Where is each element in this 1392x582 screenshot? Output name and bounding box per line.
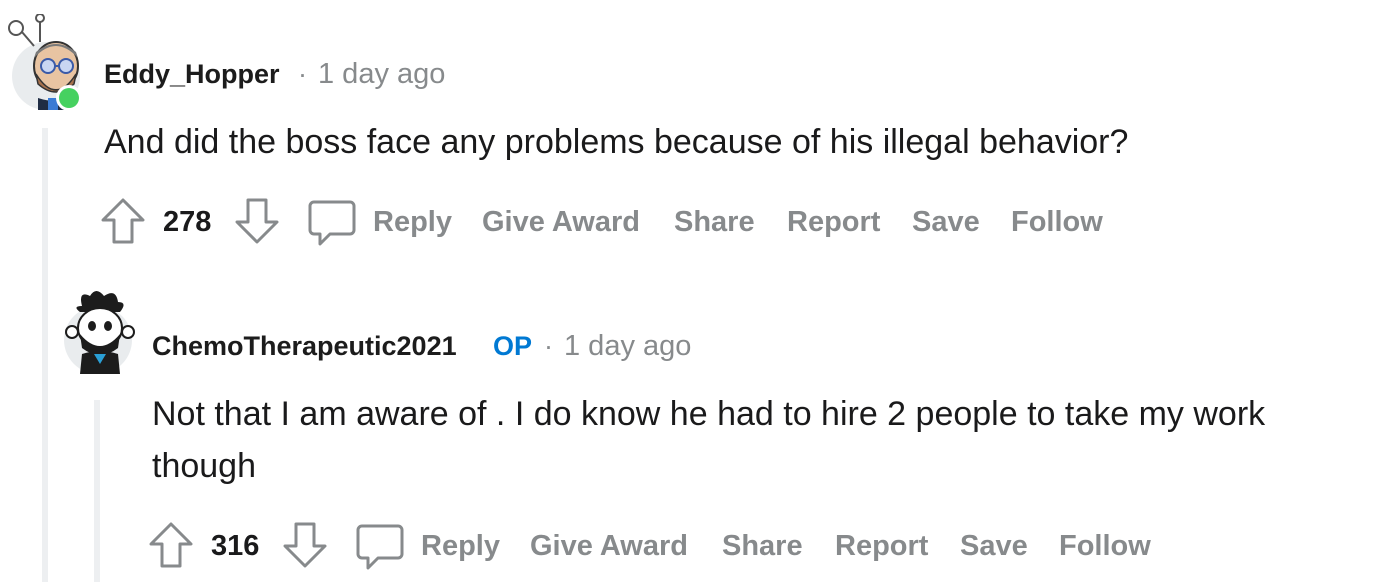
comment-bubble-icon[interactable] [306,196,358,248]
give-award-button[interactable]: Give Award [530,520,688,572]
username[interactable]: Eddy_Hopper [104,58,280,90]
downvote-arrow-icon[interactable] [280,520,330,570]
follow-button[interactable]: Follow [1059,520,1151,572]
upvote-arrow-icon[interactable] [146,520,196,570]
report-button[interactable]: Report [787,196,880,248]
follow-button[interactable]: Follow [1011,196,1103,248]
op-badge: OP [493,331,533,361]
reply-button[interactable]: Reply [373,196,452,248]
thread-line-2[interactable] [94,400,100,582]
online-status-icon [56,85,82,111]
share-button[interactable]: Share [674,196,755,248]
avatar[interactable] [62,288,138,384]
meta-separator: · [544,331,553,361]
thread-line-1[interactable] [42,128,48,582]
meta-separator: · [298,59,307,89]
downvote-arrow-icon[interactable] [232,196,282,246]
action-bar: 316 Reply Give Award Share Report Save F… [146,520,1246,572]
timestamp[interactable]: 1 day ago [318,58,445,90]
vote-score: 278 [163,206,212,238]
username[interactable]: ChemoTherapeutic2021 [152,330,457,362]
save-button[interactable]: Save [960,520,1028,572]
timestamp[interactable]: 1 day ago [564,330,691,362]
comment-body: Not that I am aware of . I do know he ha… [152,395,1266,485]
comment-bubble-icon[interactable] [354,520,406,572]
comment-body: And did the boss face any problems becau… [104,123,1129,161]
save-button[interactable]: Save [912,196,980,248]
reply-button[interactable]: Reply [421,520,500,572]
give-award-button[interactable]: Give Award [482,196,640,248]
upvote-arrow-icon[interactable] [98,196,148,246]
action-bar: 278 Reply Give Award Share Report Save F… [98,196,1198,248]
report-button[interactable]: Report [835,520,928,572]
vote-score: 316 [211,530,260,562]
share-button[interactable]: Share [722,520,803,572]
